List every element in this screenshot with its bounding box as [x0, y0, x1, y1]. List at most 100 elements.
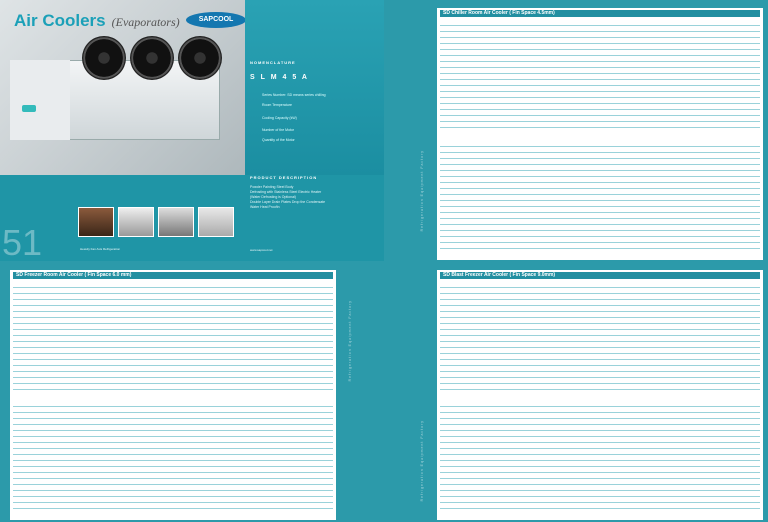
table-cell — [71, 502, 101, 509]
product-line: (Water Defrosting is Optional) — [250, 195, 296, 199]
table-row — [440, 383, 760, 390]
table-cell — [469, 242, 499, 249]
thumbnail-strip — [78, 207, 238, 237]
table-cell — [245, 502, 275, 509]
nomenclature-line: Series Number: SD means series chilling — [262, 93, 326, 97]
table-cell — [672, 242, 702, 249]
table-cell — [527, 383, 557, 390]
table-cell — [614, 502, 644, 509]
fan-icon — [82, 36, 126, 80]
nomenclature-heading: NOMENCLATURE — [250, 60, 296, 65]
product-line: Defrosting with Stainless Steel Electric… — [250, 190, 322, 194]
table-cell — [614, 121, 644, 128]
website-url: www.sapcool.net — [250, 248, 273, 252]
table-cell — [672, 502, 702, 509]
table-cell — [71, 383, 101, 390]
food-thumbnail — [78, 207, 114, 237]
table-cell — [672, 121, 702, 128]
spec-table — [13, 400, 333, 509]
table-cell — [129, 383, 159, 390]
side-caption: Refrigeration Equipment Factory — [348, 300, 352, 382]
table-cell — [440, 121, 470, 128]
product-line: Water Heat Proofin — [250, 205, 280, 209]
nomenclature-code: S L M 4 5 A — [250, 74, 309, 81]
table-cell — [498, 383, 528, 390]
product-line: Powder Painting Steel Body — [250, 185, 294, 189]
table-cell — [303, 383, 333, 390]
spec-table — [440, 140, 760, 249]
table-cell — [440, 383, 470, 390]
table-cell — [730, 383, 760, 390]
table-cell — [498, 121, 528, 128]
table-cell — [100, 383, 130, 390]
table-cell — [614, 242, 644, 249]
table-cell — [701, 502, 731, 509]
spec-table — [440, 19, 760, 128]
table-cell — [730, 242, 760, 249]
table-cell — [527, 121, 557, 128]
table-cell — [556, 502, 586, 509]
table-cell — [129, 502, 159, 509]
table-cell — [42, 383, 72, 390]
subtitle-text: (Evaporators) — [111, 15, 180, 29]
nomenclature-line: Quantity of the Motor — [262, 138, 295, 142]
product-line: Double Layer Drain Plates Drop the Conde… — [250, 200, 326, 204]
table-cell — [158, 502, 188, 509]
sheet-title: SD Blast Freezer Air Cooler ( Fin Space … — [440, 272, 760, 279]
table-cell — [701, 383, 731, 390]
sheet-title: SD Freezer Room Air Cooler ( Fin Space 6… — [13, 272, 333, 279]
table-cell — [13, 502, 43, 509]
cover-panel: Air Coolers (Evaporators) SAPCOOL NOMENCL… — [0, 0, 384, 261]
table-cell — [440, 242, 470, 249]
table-row — [13, 502, 333, 509]
table-cell — [440, 502, 470, 509]
brand-logo: SAPCOOL — [186, 12, 246, 28]
table-cell — [585, 502, 615, 509]
table-cell — [585, 383, 615, 390]
spec-table — [13, 281, 333, 390]
table-row — [440, 121, 760, 128]
table-cell — [274, 383, 304, 390]
table-cell — [701, 121, 731, 128]
table-cell — [701, 242, 731, 249]
unit-label-tag — [22, 105, 36, 112]
spec-table — [440, 400, 760, 509]
page-title: Air Coolers (Evaporators) — [14, 11, 180, 31]
table-row — [440, 502, 760, 509]
table-cell — [216, 502, 246, 509]
table-row — [13, 383, 333, 390]
table-cell — [556, 383, 586, 390]
table-cell — [469, 502, 499, 509]
table-cell — [527, 502, 557, 509]
table-cell — [13, 383, 43, 390]
chiller-spec-sheet: SD Chiller Room Air Cooler ( Fin Space 4… — [437, 8, 763, 260]
product-thumbnail — [118, 207, 154, 237]
unit-side — [10, 60, 70, 140]
table-cell — [556, 242, 586, 249]
table-cell — [643, 121, 673, 128]
product-description-heading: PRODUCT DESCRIPTION — [250, 175, 318, 180]
table-cell — [585, 121, 615, 128]
table-cell — [245, 383, 275, 390]
nomenclature-line: Number of the Motor — [262, 128, 295, 132]
product-thumbnail — [158, 207, 194, 237]
title-text: Air Coolers — [14, 11, 106, 30]
table-cell — [730, 121, 760, 128]
nomenclature-line: Cooling Capacity (kW) — [262, 116, 297, 120]
table-cell — [585, 242, 615, 249]
sheet-title: SD Chiller Room Air Cooler ( Fin Space 4… — [440, 10, 760, 17]
table-cell — [730, 502, 760, 509]
table-cell — [643, 242, 673, 249]
table-cell — [469, 121, 499, 128]
page-number: 51 — [2, 222, 43, 261]
description-block — [245, 0, 384, 175]
table-cell — [42, 502, 72, 509]
table-cell — [643, 383, 673, 390]
product-thumbnail — [198, 207, 234, 237]
fan-icon — [130, 36, 174, 80]
table-cell — [187, 383, 217, 390]
spec-table — [440, 281, 760, 390]
table-cell — [100, 502, 130, 509]
table-cell — [672, 383, 702, 390]
table-cell — [614, 383, 644, 390]
